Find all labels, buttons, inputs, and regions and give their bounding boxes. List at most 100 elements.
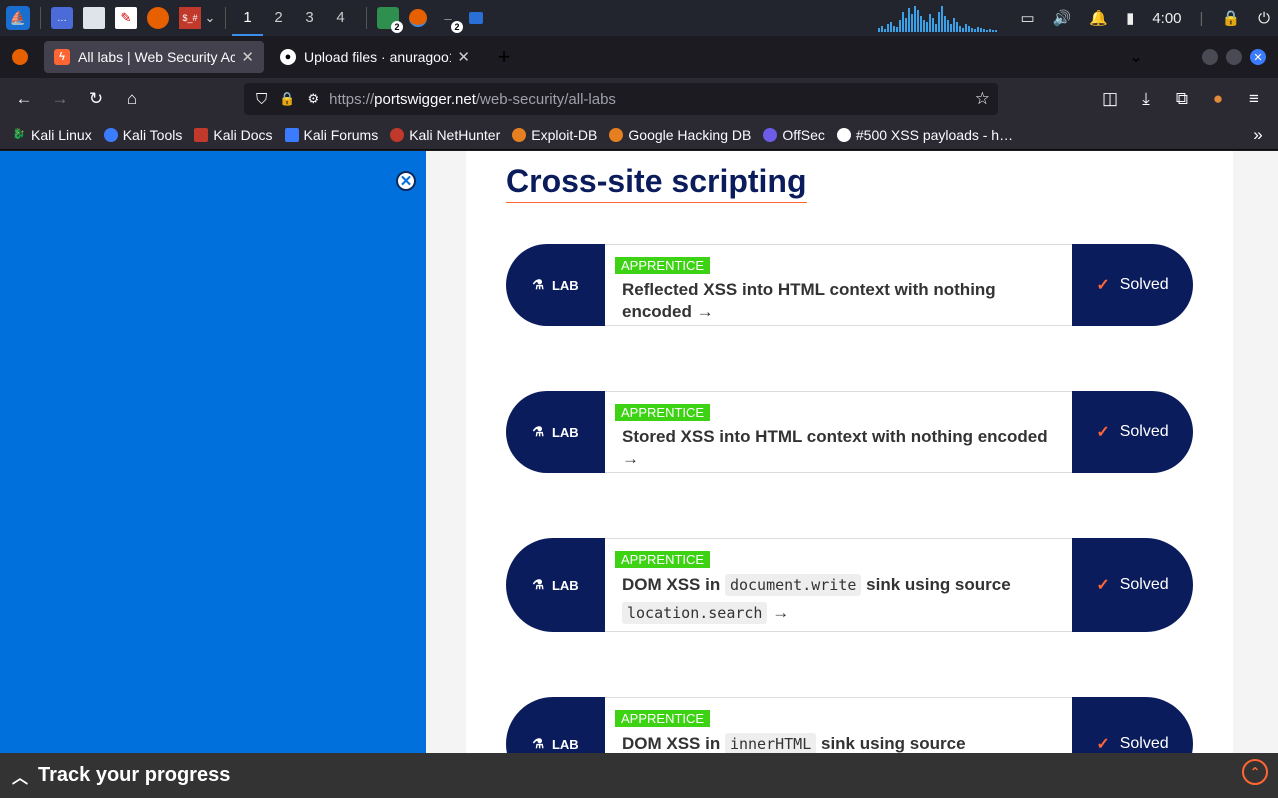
home-icon[interactable]: ⌂	[114, 83, 150, 115]
section-title: Cross-site scripting	[506, 163, 807, 203]
scroll-to-top-icon[interactable]: ⌃	[1242, 759, 1268, 785]
taskbar-separator	[366, 7, 367, 29]
bookmark-item[interactable]: Google Hacking DB	[609, 127, 751, 143]
reload-icon[interactable]: ↻	[78, 83, 114, 115]
kali-tools-icon	[103, 127, 118, 142]
bookmark-item[interactable]: Kali Forums	[284, 126, 379, 143]
burp-window-icon[interactable]: 2	[377, 7, 403, 33]
taskbar-separator	[225, 7, 226, 29]
permissions-icon[interactable]: ⚙	[307, 91, 319, 107]
shield-icon[interactable]: ⛉	[256, 91, 267, 108]
url-bar[interactable]: ⛉ 🔒 ⚙ https://portswigger.net/web-securi…	[244, 83, 998, 115]
app-window-icon[interactable]	[469, 12, 483, 24]
check-icon: ✓	[1096, 577, 1110, 594]
terminal-window-icon[interactable]: ‒ 2	[437, 7, 463, 33]
close-tab-icon[interactable]: ✕	[457, 48, 470, 66]
file-manager-icon[interactable]	[83, 7, 105, 29]
bookmark-label: Kali Forums	[303, 126, 379, 143]
lab-info: APPRENTICE Stored XSS into HTML context …	[605, 391, 1072, 473]
track-progress-bar[interactable]: ︿ Track your progress ⌃	[0, 753, 1278, 798]
bookmark-label: Kali NetHunter	[409, 126, 501, 143]
web-page: ✕ Cross-site scripting ⚗ LAB APPRENTICE R…	[0, 151, 1278, 798]
maximize-window-icon[interactable]	[1226, 49, 1242, 65]
lab-card[interactable]: ⚗ LAB APPRENTICE Reflected XSS into HTML …	[506, 244, 1193, 326]
taskbar-separator: |	[1199, 9, 1204, 27]
lab-status: ✓ Solved	[1072, 391, 1193, 473]
more-bookmarks-icon[interactable]: »	[1240, 119, 1276, 151]
volume-icon[interactable]: 🔊	[1053, 9, 1072, 27]
lab-title-link[interactable]: Reflected XSS into HTML context with not…	[622, 279, 1062, 323]
bookmark-item[interactable]: #500 XSS payloads - h…	[836, 126, 1014, 143]
bookmark-item[interactable]: Exploit-DB	[512, 127, 597, 143]
workspace-4[interactable]: 4	[325, 0, 356, 36]
notification-bell-icon[interactable]: 🔔	[1089, 9, 1108, 27]
chevron-down-icon[interactable]: ⌄	[205, 7, 216, 29]
list-all-tabs-icon[interactable]: ⌄	[1118, 41, 1154, 73]
firefox-window-icon[interactable]	[409, 9, 427, 27]
tab-title: All labs | Web Security Academy	[78, 49, 236, 65]
bookmark-item[interactable]: Kali Docs	[194, 127, 273, 143]
battery-icon[interactable]: ▮	[1126, 9, 1134, 27]
level-badge: APPRENTICE	[615, 710, 711, 727]
track-progress-label: Track your progress	[38, 764, 231, 786]
workspace-1[interactable]: 1	[232, 0, 263, 36]
arrow-right-icon: →	[772, 603, 790, 622]
lock-icon[interactable]: 🔒	[1221, 9, 1240, 27]
lock-icon[interactable]: 🔒	[279, 91, 295, 107]
workspace-2[interactable]: 2	[263, 0, 294, 36]
firefox-view-icon[interactable]	[12, 49, 28, 65]
minimize-window-icon[interactable]	[1202, 49, 1218, 65]
taskbar-separator	[40, 7, 41, 29]
lab-label: LAB	[551, 577, 579, 593]
level-badge: APPRENTICE	[615, 551, 711, 568]
bookmark-star-icon[interactable]: ☆	[975, 89, 990, 109]
display-icon[interactable]: ▭	[1021, 9, 1035, 27]
lab-label: LAB	[551, 736, 579, 752]
blue-sidebar-panel: ✕	[0, 151, 426, 798]
foxyproxy-icon[interactable]: ●	[1200, 83, 1236, 115]
close-sidebar-icon[interactable]: ✕	[396, 171, 416, 191]
menu-hamburger-icon[interactable]: ≡	[1236, 83, 1272, 115]
lab-card[interactable]: ⚗ LAB APPRENTICE DOM XSS in document.writ…	[506, 538, 1193, 632]
new-tab-button[interactable]: +	[486, 41, 522, 73]
lab-title-link[interactable]: DOM XSS in document.write sink using sou…	[622, 571, 1062, 627]
power-icon[interactable]: ⏻	[1258, 10, 1270, 27]
browser-nav-bar: ← → ↻ ⌂ ⛉ 🔒 ⚙ https://portswigger.net/we…	[0, 78, 1278, 120]
system-taskbar: ⛵ … ✎ $_# ⌄ 1 2 3 4 2 ‒ 2 ▭ 🔊 🔔 ▮ 4:00 |…	[0, 0, 1278, 36]
text-editor-icon[interactable]: ✎	[115, 7, 137, 29]
lab-card[interactable]: ⚗ LAB APPRENTICE Stored XSS into HTML con…	[506, 391, 1193, 473]
bookmark-item[interactable]: OffSec	[763, 127, 825, 143]
tab-all-labs[interactable]: ϟ All labs | Web Security Academy ✕	[44, 41, 264, 73]
tab-upload-files[interactable]: ● Upload files · anuragoo11/ ✕	[270, 41, 480, 73]
bookmark-item[interactable]: Kali NetHunter	[390, 127, 500, 143]
lab-title-text: DOM XSS in	[622, 575, 721, 594]
status-label: Solved	[1119, 276, 1169, 293]
pocket-icon[interactable]: ◫	[1092, 83, 1128, 115]
level-badge: APPRENTICE	[615, 404, 711, 421]
close-window-icon[interactable]: ✕	[1250, 49, 1266, 65]
clock-label[interactable]: 4:00	[1152, 10, 1181, 27]
workspace-3[interactable]: 3	[294, 0, 325, 36]
lab-title-link[interactable]: Stored XSS into HTML context with nothin…	[622, 426, 1062, 470]
forward-arrow-icon[interactable]: →	[42, 83, 78, 115]
downloads-icon[interactable]: ⤓	[1128, 83, 1164, 115]
status-label: Solved	[1119, 735, 1169, 752]
lab-badge: ⚗ LAB	[506, 538, 605, 632]
back-arrow-icon[interactable]: ←	[6, 83, 42, 115]
extensions-icon[interactable]: ⧉	[1164, 83, 1200, 115]
lab-title-text: Reflected XSS into HTML context with not…	[622, 280, 996, 321]
bookmark-label: Kali Linux	[31, 126, 92, 143]
terminal-root-icon[interactable]: $_#	[179, 7, 201, 29]
terminal-app-icon[interactable]: …	[51, 7, 73, 29]
arrow-right-icon: →	[622, 449, 639, 468]
firefox-icon[interactable]	[147, 7, 169, 29]
kali-menu-icon[interactable]: ⛵	[6, 6, 30, 30]
flask-icon: ⚗	[532, 736, 544, 751]
url-prefix: https://	[329, 90, 375, 108]
chevron-up-icon[interactable]: ︿	[12, 764, 28, 788]
bookmark-label: #500 XSS payloads - h…	[855, 126, 1014, 143]
dash-icon: ‒	[444, 10, 452, 26]
bookmark-item[interactable]: Kali Tools	[103, 127, 182, 143]
close-tab-icon[interactable]: ✕	[241, 48, 254, 66]
bookmark-item[interactable]: 🐉 Kali Linux	[12, 127, 92, 143]
